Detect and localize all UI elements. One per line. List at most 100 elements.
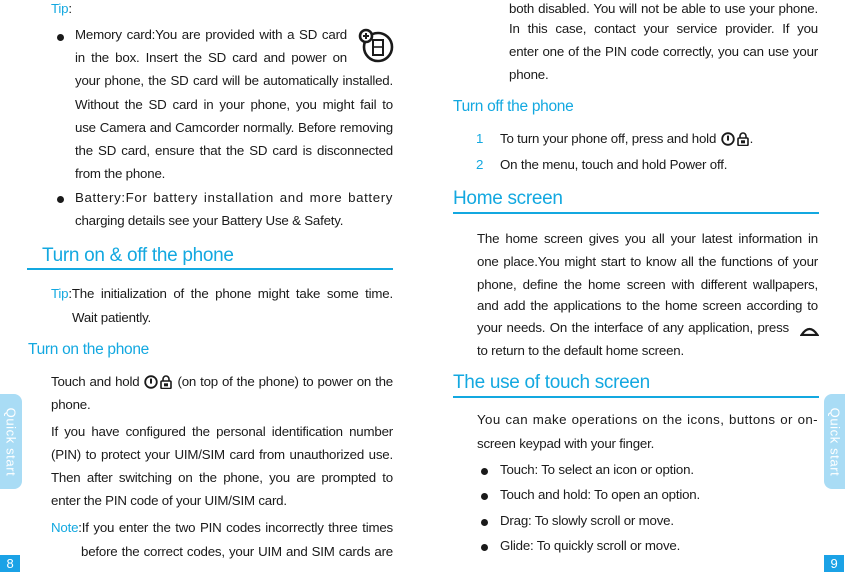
note-cont-line-3: enter one of the PIN code correctly, you… <box>509 44 818 60</box>
text: Touch and hold (on top of the phone) to … <box>51 374 393 393</box>
note-text: :If you enter the two PIN codes incorrec… <box>78 520 393 535</box>
section-heading-touch-screen: The use of touch screen <box>453 372 650 393</box>
bullet-dot <box>481 544 488 551</box>
text: both disabled. You will not be able to u… <box>509 1 818 16</box>
bullet-dot <box>481 468 488 475</box>
text: Without the SD card in your phone, you m… <box>75 97 393 112</box>
touch-intro-line-1: You can make operations on the icons, bu… <box>477 412 818 428</box>
heading-underline <box>453 212 819 214</box>
note-label: Note <box>51 520 79 535</box>
text: If you have configured the personal iden… <box>51 424 393 439</box>
left-page: Tip: Memory card:You are provided with a… <box>0 0 422 572</box>
sd-card-icon <box>357 28 395 67</box>
side-tab-label: Quick start <box>3 407 19 476</box>
text: before the correct codes, your UIM and S… <box>81 544 393 559</box>
text: your phone, the SD card will be automati… <box>75 73 393 88</box>
text: phone, define the home screen with diffe… <box>477 277 818 292</box>
tip-label: Tip <box>51 1 69 16</box>
home-line-4: and add the applications to the home scr… <box>477 298 818 314</box>
note-line-2: before the correct codes, your UIM and S… <box>81 544 393 560</box>
pin-line-4: enter the PIN code of your UIM/SIM card. <box>51 493 287 508</box>
battery-line-2: charging details see your Battery Use & … <box>75 213 344 228</box>
home-line-1: The home screen gives you all your lates… <box>477 231 818 247</box>
text: Note:If you enter the two PIN codes inco… <box>51 520 393 536</box>
home-line-6: to return to the default home screen. <box>477 343 684 358</box>
side-tab-quick-start: Quick start <box>0 394 22 489</box>
text: enter one of the PIN code correctly, you… <box>509 44 818 59</box>
text: Then after switching on the phone, you a… <box>51 470 393 485</box>
memory-card-line-6: the SD card, ensure that the SD card is … <box>75 143 393 159</box>
step-1-text: To turn your phone off, press and hold . <box>500 131 753 150</box>
side-tab-quick-start: Quick start <box>824 394 845 489</box>
tip-colon: : <box>68 1 72 16</box>
text: your needs. On the interface of any appl… <box>477 320 789 335</box>
memory-card-line-3: your phone, the SD card will be automati… <box>75 73 393 89</box>
page-number: 8 <box>0 555 20 572</box>
touch-bullet: Glide: To quickly scroll or move. <box>500 538 681 553</box>
text: To turn your phone off, press and hold <box>500 131 717 146</box>
heading-underline <box>453 396 819 398</box>
tip-heading: Tip: <box>51 1 72 17</box>
home-line-5: your needs. On the interface of any appl… <box>477 320 789 336</box>
text: You can make operations on the icons, bu… <box>477 412 818 427</box>
memory-card-line-1: Memory card:You are provided with a SD c… <box>75 27 347 43</box>
lock-icon <box>736 132 749 150</box>
text: In this case, contact your service provi… <box>509 21 818 36</box>
subheading-turn-off: Turn off the phone <box>453 98 574 115</box>
home-line-2: one place.You might start to know all th… <box>477 254 818 270</box>
memory-card-line-4: Without the SD card in your phone, you m… <box>75 97 393 113</box>
page-number: 9 <box>824 555 844 572</box>
bullet-dot <box>57 34 64 41</box>
text: in the box. Insert the SD card and power… <box>75 50 347 65</box>
touch-bullet: Drag: To slowly scroll or move. <box>500 513 674 528</box>
tip-text: :The initialization of the phone might t… <box>68 286 393 301</box>
text: (on top of the phone) to power on the <box>177 374 393 389</box>
text: . <box>749 131 754 146</box>
memory-card-line-7: from the phone. <box>75 166 166 181</box>
touch-intro-line-2: screen keypad with your finger. <box>477 436 655 451</box>
power-icon <box>144 375 159 393</box>
init-tip-line-2: Wait patiently. <box>72 310 152 325</box>
note-line-1: Note:If you enter the two PIN codes inco… <box>51 520 393 536</box>
right-page: both disabled. You will not be able to u… <box>422 0 845 572</box>
memory-card-line-5: use Camera and Camcorder normally. Befor… <box>75 120 393 136</box>
touch-bullet: Touch and hold: To open an option. <box>500 487 700 502</box>
pin-line-2: (PIN) to protect your UIM/SIM card from … <box>51 447 393 463</box>
step-number: 2 <box>476 157 484 172</box>
pin-line-3: Then after switching on the phone, you a… <box>51 470 393 486</box>
text: and add the applications to the home scr… <box>477 298 818 313</box>
text: Memory card:You are provided with a SD c… <box>75 27 347 42</box>
heading-underline <box>27 268 393 270</box>
lock-icon <box>160 375 173 393</box>
text: Battery:For battery installation and mor… <box>75 190 393 205</box>
note-cont-line-4: phone. <box>509 67 549 82</box>
init-tip-line-1: Tip:The initialization of the phone migh… <box>51 286 393 302</box>
turn-on-line-1: Touch and hold (on top of the phone) to … <box>51 374 393 393</box>
text: the SD card, ensure that the SD card is … <box>75 143 393 158</box>
step-number: 1 <box>476 131 484 146</box>
side-tab-label: Quick start <box>827 407 843 476</box>
subheading-turn-on: Turn on the phone <box>28 341 150 358</box>
section-heading-turn-on-off: Turn on & off the phone <box>42 245 234 266</box>
power-icon <box>720 132 735 150</box>
text: (PIN) to protect your UIM/SIM card from … <box>51 447 393 462</box>
text: use Camera and Camcorder normally. Befor… <box>75 120 393 135</box>
touch-bullet: Touch: To select an icon or option. <box>500 462 694 477</box>
turn-on-line-2: phone. <box>51 397 91 412</box>
section-heading-home-screen: Home screen <box>453 188 563 209</box>
home-key-icon <box>799 324 820 339</box>
text: one place.You might start to know all th… <box>477 254 818 269</box>
text: Touch and hold <box>51 374 140 389</box>
note-cont-line-2: In this case, contact your service provi… <box>509 21 818 37</box>
battery-line-1: Battery:For battery installation and mor… <box>75 190 393 206</box>
bullet-dot <box>57 196 64 203</box>
text: Tip:The initialization of the phone migh… <box>51 286 393 302</box>
tip-label: Tip <box>51 286 69 301</box>
note-cont-line-1: both disabled. You will not be able to u… <box>509 1 818 17</box>
text: The home screen gives you all your lates… <box>477 231 818 246</box>
bullet-dot <box>481 493 488 500</box>
step-2-text: On the menu, touch and hold Power off. <box>500 157 728 172</box>
memory-card-line-2: in the box. Insert the SD card and power… <box>75 50 347 66</box>
pin-line-1: If you have configured the personal iden… <box>51 424 393 440</box>
home-line-3: phone, define the home screen with diffe… <box>477 277 818 293</box>
